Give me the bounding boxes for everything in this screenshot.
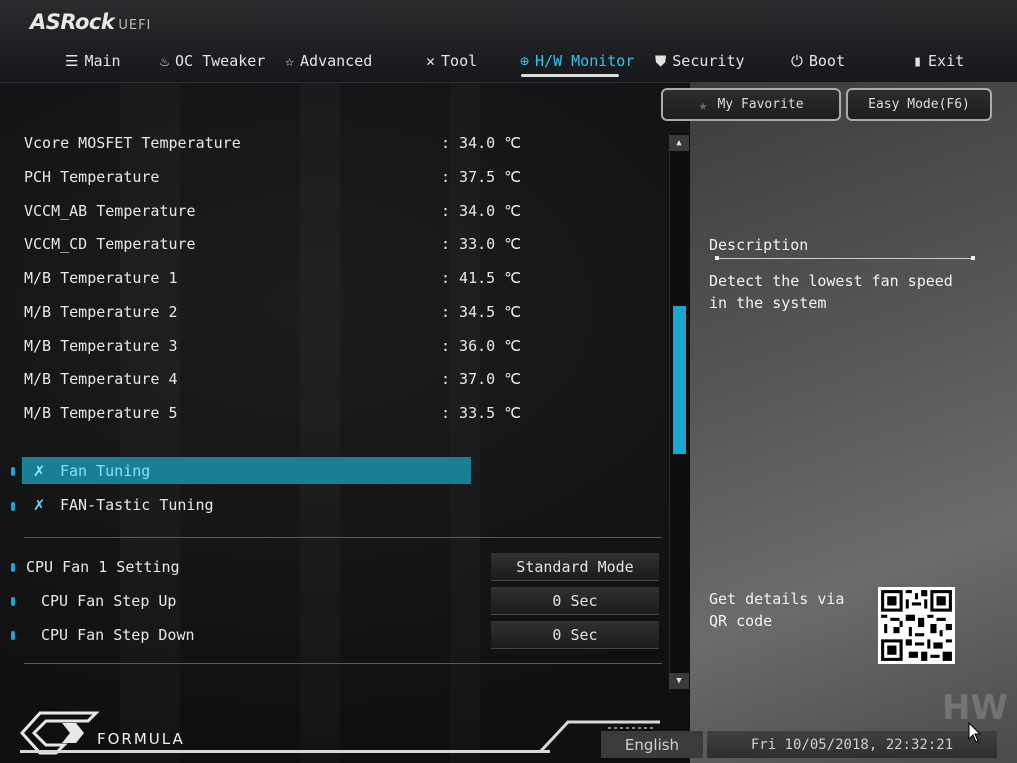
scrollbar-thumb[interactable] (673, 306, 686, 454)
bg-stripe (300, 0, 340, 763)
scroll-down-arrow-icon[interactable]: ▼ (669, 673, 689, 689)
temp-label: Vcore MOSFET Temperature (24, 134, 241, 152)
shield-icon: ⛊ (655, 52, 667, 70)
language-button[interactable]: English (601, 731, 703, 758)
brand-name: ASRock (30, 10, 115, 34)
section-divider (24, 663, 662, 664)
tab-advanced[interactable]: ☆ Advanced (285, 50, 372, 72)
scroll-up-arrow-icon[interactable]: ▲ (669, 135, 689, 151)
temp-label: VCCM_CD Temperature (24, 235, 196, 253)
tab-label: H/W Monitor (535, 52, 635, 70)
temp-value: : 33.0 ℃ (441, 235, 522, 253)
info-bullet-icon (11, 631, 15, 640)
tab-hw-monitor[interactable]: ⊕ H/W Monitor (520, 50, 634, 72)
menu-item-label: FAN-Tastic Tuning (60, 495, 214, 514)
temp-label: M/B Temperature 1 (24, 269, 178, 287)
temp-label: M/B Temperature 3 (24, 337, 178, 355)
cpu-fan-step-down-select[interactable]: 0 Sec (491, 621, 659, 649)
tab-security[interactable]: ⛊ Security (655, 50, 745, 72)
list-icon: ☰ (65, 52, 79, 70)
brand-logo: ASRock UEFI (30, 10, 151, 34)
power-icon: ⏻ (791, 52, 803, 70)
my-favorite-button[interactable]: ★ My Favorite (661, 88, 841, 121)
setting-label: CPU Fan Step Down (41, 625, 195, 644)
easy-mode-label: Easy Mode(F6) (868, 97, 970, 112)
qr-hint-text: Get details via QR code (709, 590, 845, 630)
cpu-fan1-setting-select[interactable]: Standard Mode (491, 553, 659, 581)
active-tab-indicator (521, 74, 619, 77)
tab-main[interactable]: ☰ Main (65, 50, 121, 72)
menu-item-label: Fan Tuning (60, 461, 151, 480)
description-divider (715, 256, 975, 260)
setting-label: CPU Fan 1 Setting (26, 557, 180, 576)
tab-label: Tool (441, 52, 478, 70)
tab-label: Advanced (300, 52, 373, 70)
star-icon: ★ (698, 95, 708, 114)
temp-value: : 34.0 ℃ (441, 202, 522, 220)
temp-label: M/B Temperature 2 (24, 303, 178, 321)
exit-icon: ▮ (913, 52, 923, 70)
tab-label: OC Tweaker (175, 52, 266, 70)
temp-value: : 34.0 ℃ (441, 134, 522, 152)
datetime-display: Fri 10/05/2018, 22:32:21 (707, 731, 997, 758)
tab-oc-tweaker[interactable]: ♨ OC Tweaker (160, 50, 265, 72)
temp-value: : 34.5 ℃ (441, 303, 522, 321)
monitor-icon: ⊕ (520, 52, 530, 70)
star-advanced-icon: ☆ (285, 52, 295, 70)
wrench-icon: ✗ (33, 460, 45, 481)
description-text: Detect the lowest fan speed in the syste… (709, 272, 953, 312)
info-bullet-icon (11, 467, 15, 476)
section-divider (24, 537, 662, 538)
brand-suffix: UEFI (118, 18, 152, 33)
easy-mode-button[interactable]: Easy Mode(F6) (846, 88, 992, 121)
formula-brand-text: FORMULA (97, 730, 185, 748)
qr-code (878, 587, 955, 664)
tab-label: Boot (808, 52, 845, 70)
tab-boot[interactable]: ⏻ Boot (791, 50, 845, 72)
my-favorite-label: My Favorite (717, 97, 804, 112)
top-bar: ASRock UEFI ☰ Main ♨ OC Tweaker ☆ Advance… (0, 0, 1017, 83)
tab-exit[interactable]: ▮ Exit (913, 50, 964, 72)
footer-line (20, 750, 550, 753)
description-title: Description (709, 236, 809, 254)
tab-label: Main (84, 52, 121, 70)
info-bullet-icon (11, 597, 15, 606)
tab-label: Exit (928, 52, 965, 70)
temp-label: PCH Temperature (24, 168, 160, 186)
temp-value: : 36.0 ℃ (441, 337, 522, 355)
cpu-fan-step-up-select[interactable]: 0 Sec (491, 587, 659, 615)
flame-icon: ♨ (160, 52, 170, 70)
temp-value: : 33.5 ℃ (441, 404, 522, 422)
wrench-icon: ✗ (33, 494, 45, 515)
temp-value: : 37.5 ℃ (441, 168, 522, 186)
mouse-cursor-icon (968, 722, 982, 743)
info-bullet-icon (11, 502, 15, 511)
setting-label: CPU Fan Step Up (41, 591, 177, 610)
menu-item-fan-tuning[interactable]: ✗ Fan Tuning (22, 457, 471, 484)
description-panel (690, 82, 1017, 763)
temp-label: M/B Temperature 5 (24, 404, 178, 422)
tab-label: Security (672, 52, 745, 70)
info-bullet-icon (11, 563, 15, 572)
menu-item-fan-tastic-tuning[interactable]: ✗ FAN-Tastic Tuning (22, 491, 471, 518)
temp-value: : 37.0 ℃ (441, 370, 522, 388)
temp-label: VCCM_AB Temperature (24, 202, 196, 220)
tools-icon: ✕ (426, 52, 436, 70)
temp-value: : 41.5 ℃ (441, 269, 522, 287)
temp-label: M/B Temperature 4 (24, 370, 178, 388)
tab-tool[interactable]: ✕ Tool (426, 50, 477, 72)
